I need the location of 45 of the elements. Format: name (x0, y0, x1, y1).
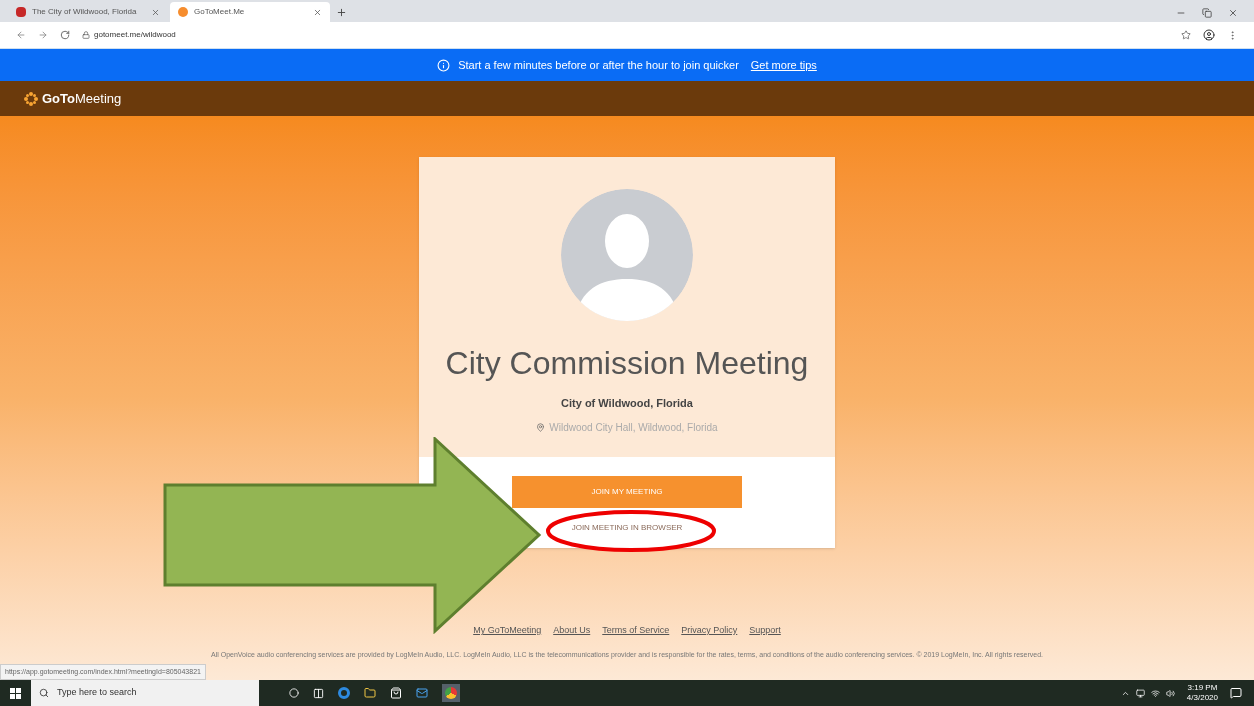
footer-link[interactable]: Privacy Policy (681, 624, 738, 638)
store-icon[interactable] (390, 687, 402, 699)
organizer-name: City of Wildwood, Florida (561, 396, 693, 411)
edge-browser-icon[interactable] (338, 687, 350, 699)
search-icon (39, 688, 49, 698)
bookmark-star-icon[interactable] (1181, 30, 1191, 40)
browser-tab[interactable]: GoToMeet.Me (170, 2, 330, 22)
folder-icon[interactable] (364, 687, 376, 699)
flower-logo-icon (24, 91, 38, 106)
tab-title: The City of Wildwood, Florida (32, 6, 138, 18)
taskbar-search-field[interactable]: Type here to search (31, 680, 259, 706)
location-pin-icon (536, 422, 546, 432)
display-icon[interactable] (1135, 688, 1145, 698)
chrome-browser-icon[interactable] (442, 684, 460, 702)
footer-link[interactable]: My GoToMeeting (473, 624, 542, 638)
windows-start-icon[interactable] (10, 687, 21, 699)
logo-text: GoToMeeting (42, 89, 122, 108)
close-icon[interactable] (151, 7, 160, 17)
footer-link[interactable]: About Us (553, 624, 591, 638)
clock[interactable]: 3:19 PM 4/3/2020 (1186, 683, 1218, 703)
restore-icon[interactable] (1202, 8, 1212, 18)
close-icon[interactable] (313, 7, 322, 17)
tab-title: GoToMeet.Me (194, 6, 246, 18)
footer-link[interactable]: Terms of Service (602, 624, 670, 638)
back-icon[interactable] (16, 30, 26, 40)
banner-text: Start a few minutes before or after the hour to join quicker (458, 57, 739, 73)
info-icon (437, 58, 451, 72)
profile-icon[interactable] (1203, 29, 1215, 41)
notification-icon[interactable] (1230, 687, 1242, 699)
mail-icon[interactable] (416, 687, 428, 699)
task-view-icon[interactable] (313, 687, 324, 699)
cortana-icon[interactable] (289, 688, 299, 698)
lock-icon (82, 31, 90, 39)
tips-link[interactable]: Get more tips (750, 56, 817, 74)
new-tab-icon[interactable] (336, 7, 347, 18)
network-icon[interactable] (1150, 688, 1160, 698)
meeting-title: City Commission Meeting (445, 344, 809, 383)
footer-link[interactable]: Support (749, 624, 781, 638)
avatar-placeholder-icon (561, 189, 693, 321)
close-icon[interactable] (1228, 8, 1238, 18)
location-text: Wildwood City Hall, Wildwood, Florida (549, 420, 718, 435)
speaker-icon[interactable] (1165, 688, 1175, 698)
reload-icon[interactable] (60, 30, 70, 40)
forward-icon[interactable] (38, 30, 48, 40)
url-text[interactable]: gotomeet.me/wildwood (94, 29, 1169, 41)
